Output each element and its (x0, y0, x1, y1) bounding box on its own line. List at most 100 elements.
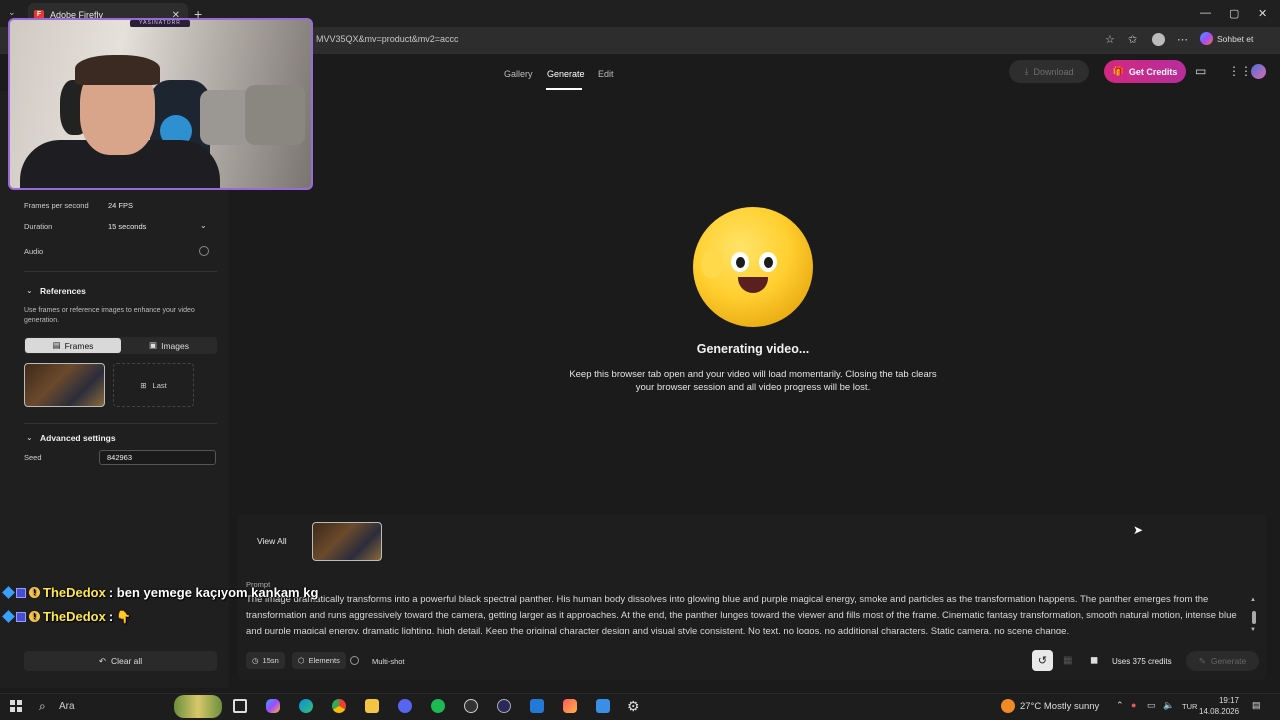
generate-icon: ✎ (1198, 655, 1206, 666)
references-description: Use frames or reference images to enhanc… (24, 307, 195, 324)
app-circle-icon[interactable] (464, 699, 478, 713)
apps-grid-icon[interactable]: ⋮⋮ (1228, 64, 1252, 78)
more-menu-icon[interactable]: ⋯ (1177, 33, 1188, 46)
user-avatar[interactable] (1251, 64, 1266, 79)
tab-list-icon[interactable]: ⌄ (8, 7, 16, 18)
file-explorer-icon[interactable] (365, 699, 379, 713)
fps-value[interactable]: 24 FPS (108, 201, 133, 210)
steam-icon[interactable] (497, 699, 511, 713)
photos-icon[interactable] (563, 699, 577, 713)
frame-icon[interactable]: ▦ (1063, 655, 1072, 666)
audio-toggle[interactable] (199, 246, 209, 256)
seed-input[interactable]: 842963 (99, 450, 216, 465)
fps-label: Frames per second (24, 201, 89, 210)
recent-generation-thumbnail[interactable] (312, 522, 382, 561)
tray-expand-icon[interactable]: ⌃ (1116, 700, 1124, 711)
chat-message: ! TheDedox : 👇 (2, 609, 132, 624)
frames-tab[interactable]: ▤ Frames (25, 338, 121, 353)
scroll-up-arrow-icon[interactable]: ▲ (1250, 597, 1256, 603)
chevron-down-icon[interactable]: ⌄ (26, 286, 33, 295)
nav-gallery[interactable]: Gallery (504, 69, 533, 79)
generate-button[interactable]: ✎ Generate (1186, 651, 1259, 671)
duration-label: Duration (24, 222, 53, 231)
nav-edit[interactable]: Edit (598, 69, 614, 79)
volume-icon[interactable]: 🔈 (1163, 700, 1174, 711)
prompt-textarea[interactable]: The image dramatically transforms into a… (246, 592, 1246, 634)
clear-all-button[interactable]: ↶ Clear all (24, 651, 217, 671)
store-icon[interactable] (530, 699, 544, 713)
elements-chip[interactable]: ⬡ Elements (292, 652, 346, 669)
clear-all-label: Clear all (110, 656, 143, 666)
copilot-button[interactable]: Sohbet et (1200, 32, 1253, 45)
settings-gear-icon[interactable]: ⚙ (627, 698, 640, 715)
prompt-scrollbar[interactable] (1252, 611, 1256, 624)
search-highlight-art (174, 695, 222, 718)
seed-label: Seed (24, 453, 42, 462)
favorite-star-icon[interactable]: ☆ (1105, 33, 1115, 46)
edge-icon[interactable] (299, 699, 313, 713)
emote-icon: 👇 (116, 609, 132, 624)
first-frame-thumbnail[interactable] (24, 363, 105, 407)
duration-chip[interactable]: ◷ 15sn (246, 652, 285, 669)
nav-active-indicator (546, 88, 582, 90)
undo-icon: ↶ (98, 655, 106, 666)
chevron-down-icon[interactable]: ⌄ (26, 433, 33, 442)
multi-shot-label: Multi-shot (372, 657, 405, 666)
history-button[interactable]: ↺ (1032, 650, 1053, 671)
download-button[interactable]: ⤓ Download (1009, 60, 1089, 83)
feedback-icon[interactable]: ▭ (1195, 64, 1206, 78)
webcam-name-tag: YASINATORR (130, 20, 190, 27)
chrome-icon[interactable] (332, 699, 346, 713)
download-label: Download (1033, 66, 1074, 77)
sub-badge-icon: ! (29, 611, 40, 622)
chat-username: TheDedox (43, 585, 106, 600)
copilot-icon (1200, 32, 1213, 45)
chat-text: : ben yemege kaçıyom kankam kg (108, 585, 319, 600)
advanced-settings-title[interactable]: Advanced settings (40, 433, 116, 443)
view-all-button[interactable]: View All (257, 536, 287, 546)
weather-icon[interactable] (1001, 699, 1015, 713)
tray-app-icon[interactable]: ● (1131, 700, 1136, 710)
references-title[interactable]: References (40, 286, 86, 296)
diamond-badge-icon (2, 586, 15, 599)
multi-shot-toggle[interactable] (350, 656, 359, 665)
webcam-overlay (8, 18, 313, 190)
chat-username: TheDedox (43, 609, 106, 624)
windows-start-icon[interactable] (10, 700, 22, 712)
profile-icon[interactable] (1152, 33, 1165, 46)
get-credits-button[interactable]: 🎁 Get Credits (1104, 60, 1186, 83)
generate-label: Generate (1210, 656, 1247, 666)
taskbar-search-input[interactable]: Ara (59, 701, 75, 712)
nav-generate[interactable]: Generate (547, 69, 585, 79)
chevron-down-icon: ⌄ (200, 221, 207, 230)
collections-icon[interactable]: ✩ (1128, 33, 1137, 46)
maximize-button[interactable]: ▢ (1229, 7, 1239, 20)
history-icon: ↺ (1037, 655, 1048, 667)
images-tab[interactable]: ▣ Images (122, 338, 216, 353)
url-field[interactable]: MVV35QX&mv=product&mv2=accc (316, 34, 459, 44)
weather-text[interactable]: 27°C Mostly sunny (1020, 701, 1099, 712)
last-frame-slot[interactable]: ⊞ Last (113, 363, 194, 407)
close-window-button[interactable]: ✕ (1258, 7, 1267, 20)
spotify-icon[interactable] (431, 699, 445, 713)
discord-icon[interactable] (398, 699, 412, 713)
minimize-button[interactable]: — (1200, 7, 1211, 19)
search-icon[interactable]: ⌕ (39, 699, 46, 714)
divider (24, 271, 217, 272)
network-icon[interactable]: ▭ (1147, 700, 1156, 711)
credits-usage: Uses 375 credits (1112, 657, 1172, 666)
images-tab-label: Images (161, 340, 189, 351)
paint-icon[interactable] (596, 699, 610, 713)
copilot-label: Sohbet et (1217, 33, 1254, 44)
notification-icon[interactable]: ▤ (1252, 700, 1261, 711)
system-clock[interactable]: 19:17 14.08.2026 (1199, 695, 1239, 717)
scroll-down-arrow-icon[interactable]: ▼ (1250, 627, 1256, 633)
download-icon: ⤓ (1024, 66, 1029, 76)
film-icon: ▤ (52, 340, 61, 350)
copilot-app-icon[interactable] (266, 699, 280, 713)
gift-icon: 🎁 (1112, 66, 1124, 76)
sub-badge-icon: ! (29, 587, 40, 598)
task-view-icon[interactable] (233, 699, 247, 713)
clock-icon: ◷ (252, 656, 259, 665)
language-indicator[interactable]: TUR (1182, 702, 1197, 711)
